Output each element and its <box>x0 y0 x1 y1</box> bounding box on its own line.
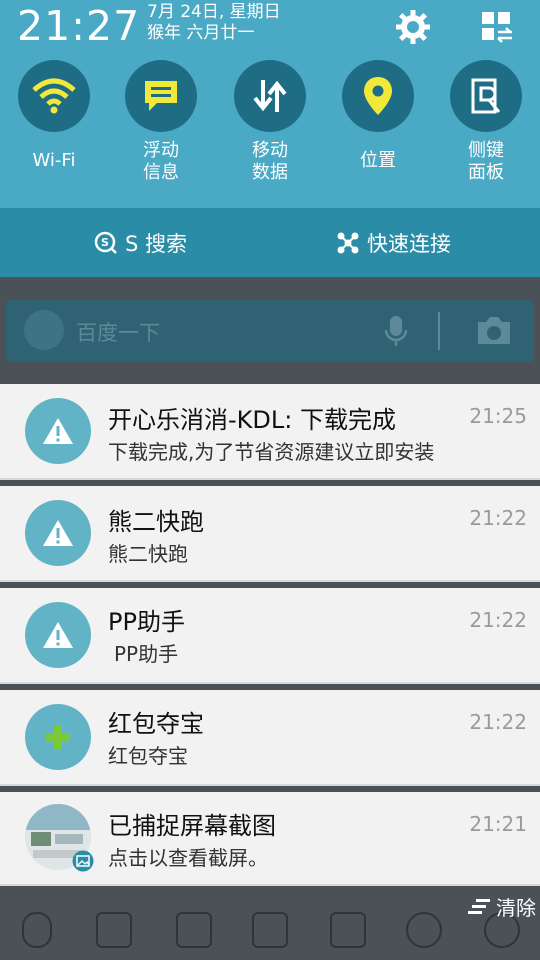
toggle-location[interactable]: 位置 <box>340 60 416 172</box>
edit-tiles-icon[interactable] <box>480 10 514 44</box>
side-panel-icon <box>471 78 501 114</box>
quick-connect-button[interactable]: 快速连接 <box>336 228 451 258</box>
date-line-1: 7月 24日, 星期日 <box>147 2 281 22</box>
svg-text:S: S <box>101 236 109 249</box>
background-search-box: 百度一下 <box>6 300 534 362</box>
notification-card-kdl[interactable]: 开心乐消消-KDL: 下载完成 下载完成,为了节省资源建议立即安装 21:25 <box>0 384 540 480</box>
notification-title: 开心乐消消-KDL: 下载完成 <box>108 406 396 434</box>
floating-message-label: 浮动 信息 <box>143 140 179 183</box>
notification-card-pp-assistant[interactable]: PP助手 PP助手 21:22 <box>0 588 540 684</box>
s-search-button[interactable]: S S 搜索 <box>94 228 187 258</box>
notification-subtitle: 点击以查看截屏。 <box>108 846 268 870</box>
warning-icon <box>25 398 91 464</box>
background-image-icon <box>176 912 212 948</box>
background-search-placeholder: 百度一下 <box>76 321 160 345</box>
notification-card-screenshot[interactable]: 已捕捉屏幕截图 点击以查看截屏。 21:21 <box>0 792 540 886</box>
clock-time: 21:27 <box>17 2 141 50</box>
plus-icon <box>25 704 91 770</box>
location-icon <box>364 77 392 115</box>
baidu-paw-icon <box>24 310 64 350</box>
mobile-data-icon <box>253 80 287 112</box>
date-display: 7月 24日, 星期日 猴年 六月廿一 <box>147 2 281 44</box>
toggle-mobile-data[interactable]: 移动 数据 <box>232 60 308 184</box>
background-voice-icon <box>22 912 52 948</box>
background-mic-icon <box>384 316 408 346</box>
notification-title: 熊二快跑 <box>108 508 204 536</box>
background-camera-icon <box>252 912 288 948</box>
toggle-side-panel[interactable]: 侧键 面板 <box>448 60 524 184</box>
notification-title: 已捕捉屏幕截图 <box>108 812 276 840</box>
location-toggle-circle[interactable] <box>342 60 414 132</box>
notification-subtitle: 熊二快跑 <box>108 542 188 566</box>
s-search-icon: S <box>94 231 117 254</box>
quick-connect-icon <box>337 232 359 254</box>
clear-label: 清除 <box>496 896 536 920</box>
location-label: 位置 <box>360 150 396 171</box>
notification-time: 21:22 <box>469 506 527 530</box>
warning-icon <box>25 500 91 566</box>
mobile-data-label: 移动 数据 <box>252 140 288 183</box>
s-search-label: S 搜索 <box>125 232 188 256</box>
background-search-divider <box>438 312 440 350</box>
wifi-icon <box>32 78 76 114</box>
notification-subtitle: PP助手 <box>114 642 179 666</box>
background-camera-icon <box>478 317 510 344</box>
clear-icon <box>468 898 490 914</box>
background-emoji-icon <box>406 912 442 948</box>
notification-card-hongbao[interactable]: 红包夺宝 红包夺宝 21:22 <box>0 690 540 786</box>
date-line-2: 猴年 六月廿一 <box>147 23 255 43</box>
gallery-badge-icon <box>72 850 94 872</box>
notification-time: 21:22 <box>469 608 527 632</box>
notification-time: 21:25 <box>469 404 527 428</box>
notification-panel: 21:27 7月 24日, 星期日 猴年 六月廿一 Wi-Fi 浮动 信息 移动… <box>0 0 540 277</box>
background-wallet-icon <box>330 912 366 948</box>
wifi-toggle-circle[interactable] <box>18 60 90 132</box>
notification-time: 21:21 <box>469 812 527 836</box>
floating-message-icon <box>145 81 177 111</box>
notification-card-xiong-er[interactable]: 熊二快跑 熊二快跑 21:22 <box>0 486 540 582</box>
side-panel-toggle-circle[interactable] <box>450 60 522 132</box>
quick-settings-area: 21:27 7月 24日, 星期日 猴年 六月廿一 Wi-Fi 浮动 信息 移动… <box>0 0 540 208</box>
clear-all-button[interactable]: 清除 <box>468 892 536 921</box>
toggle-floating-message[interactable]: 浮动 信息 <box>123 60 199 184</box>
floating-message-toggle-circle[interactable] <box>125 60 197 132</box>
notification-title: 红包夺宝 <box>108 710 204 738</box>
wifi-label: Wi-Fi <box>32 150 76 171</box>
side-panel-label: 侧键 面板 <box>468 140 504 183</box>
notification-subtitle: 红包夺宝 <box>108 744 188 768</box>
background-toolbar <box>0 888 540 960</box>
background-video-icon <box>96 912 132 948</box>
notification-time: 21:22 <box>469 710 527 734</box>
toggle-wifi[interactable]: Wi-Fi <box>16 60 92 172</box>
settings-gear-icon[interactable] <box>396 10 430 44</box>
notification-subtitle: 下载完成,为了节省资源建议立即安装 <box>108 440 435 464</box>
warning-icon <box>25 602 91 668</box>
search-connect-bar: S S 搜索 快速连接 <box>0 208 540 276</box>
quick-connect-label: 快速连接 <box>367 232 451 256</box>
notification-title: PP助手 <box>108 608 185 636</box>
mobile-data-toggle-circle[interactable] <box>234 60 306 132</box>
